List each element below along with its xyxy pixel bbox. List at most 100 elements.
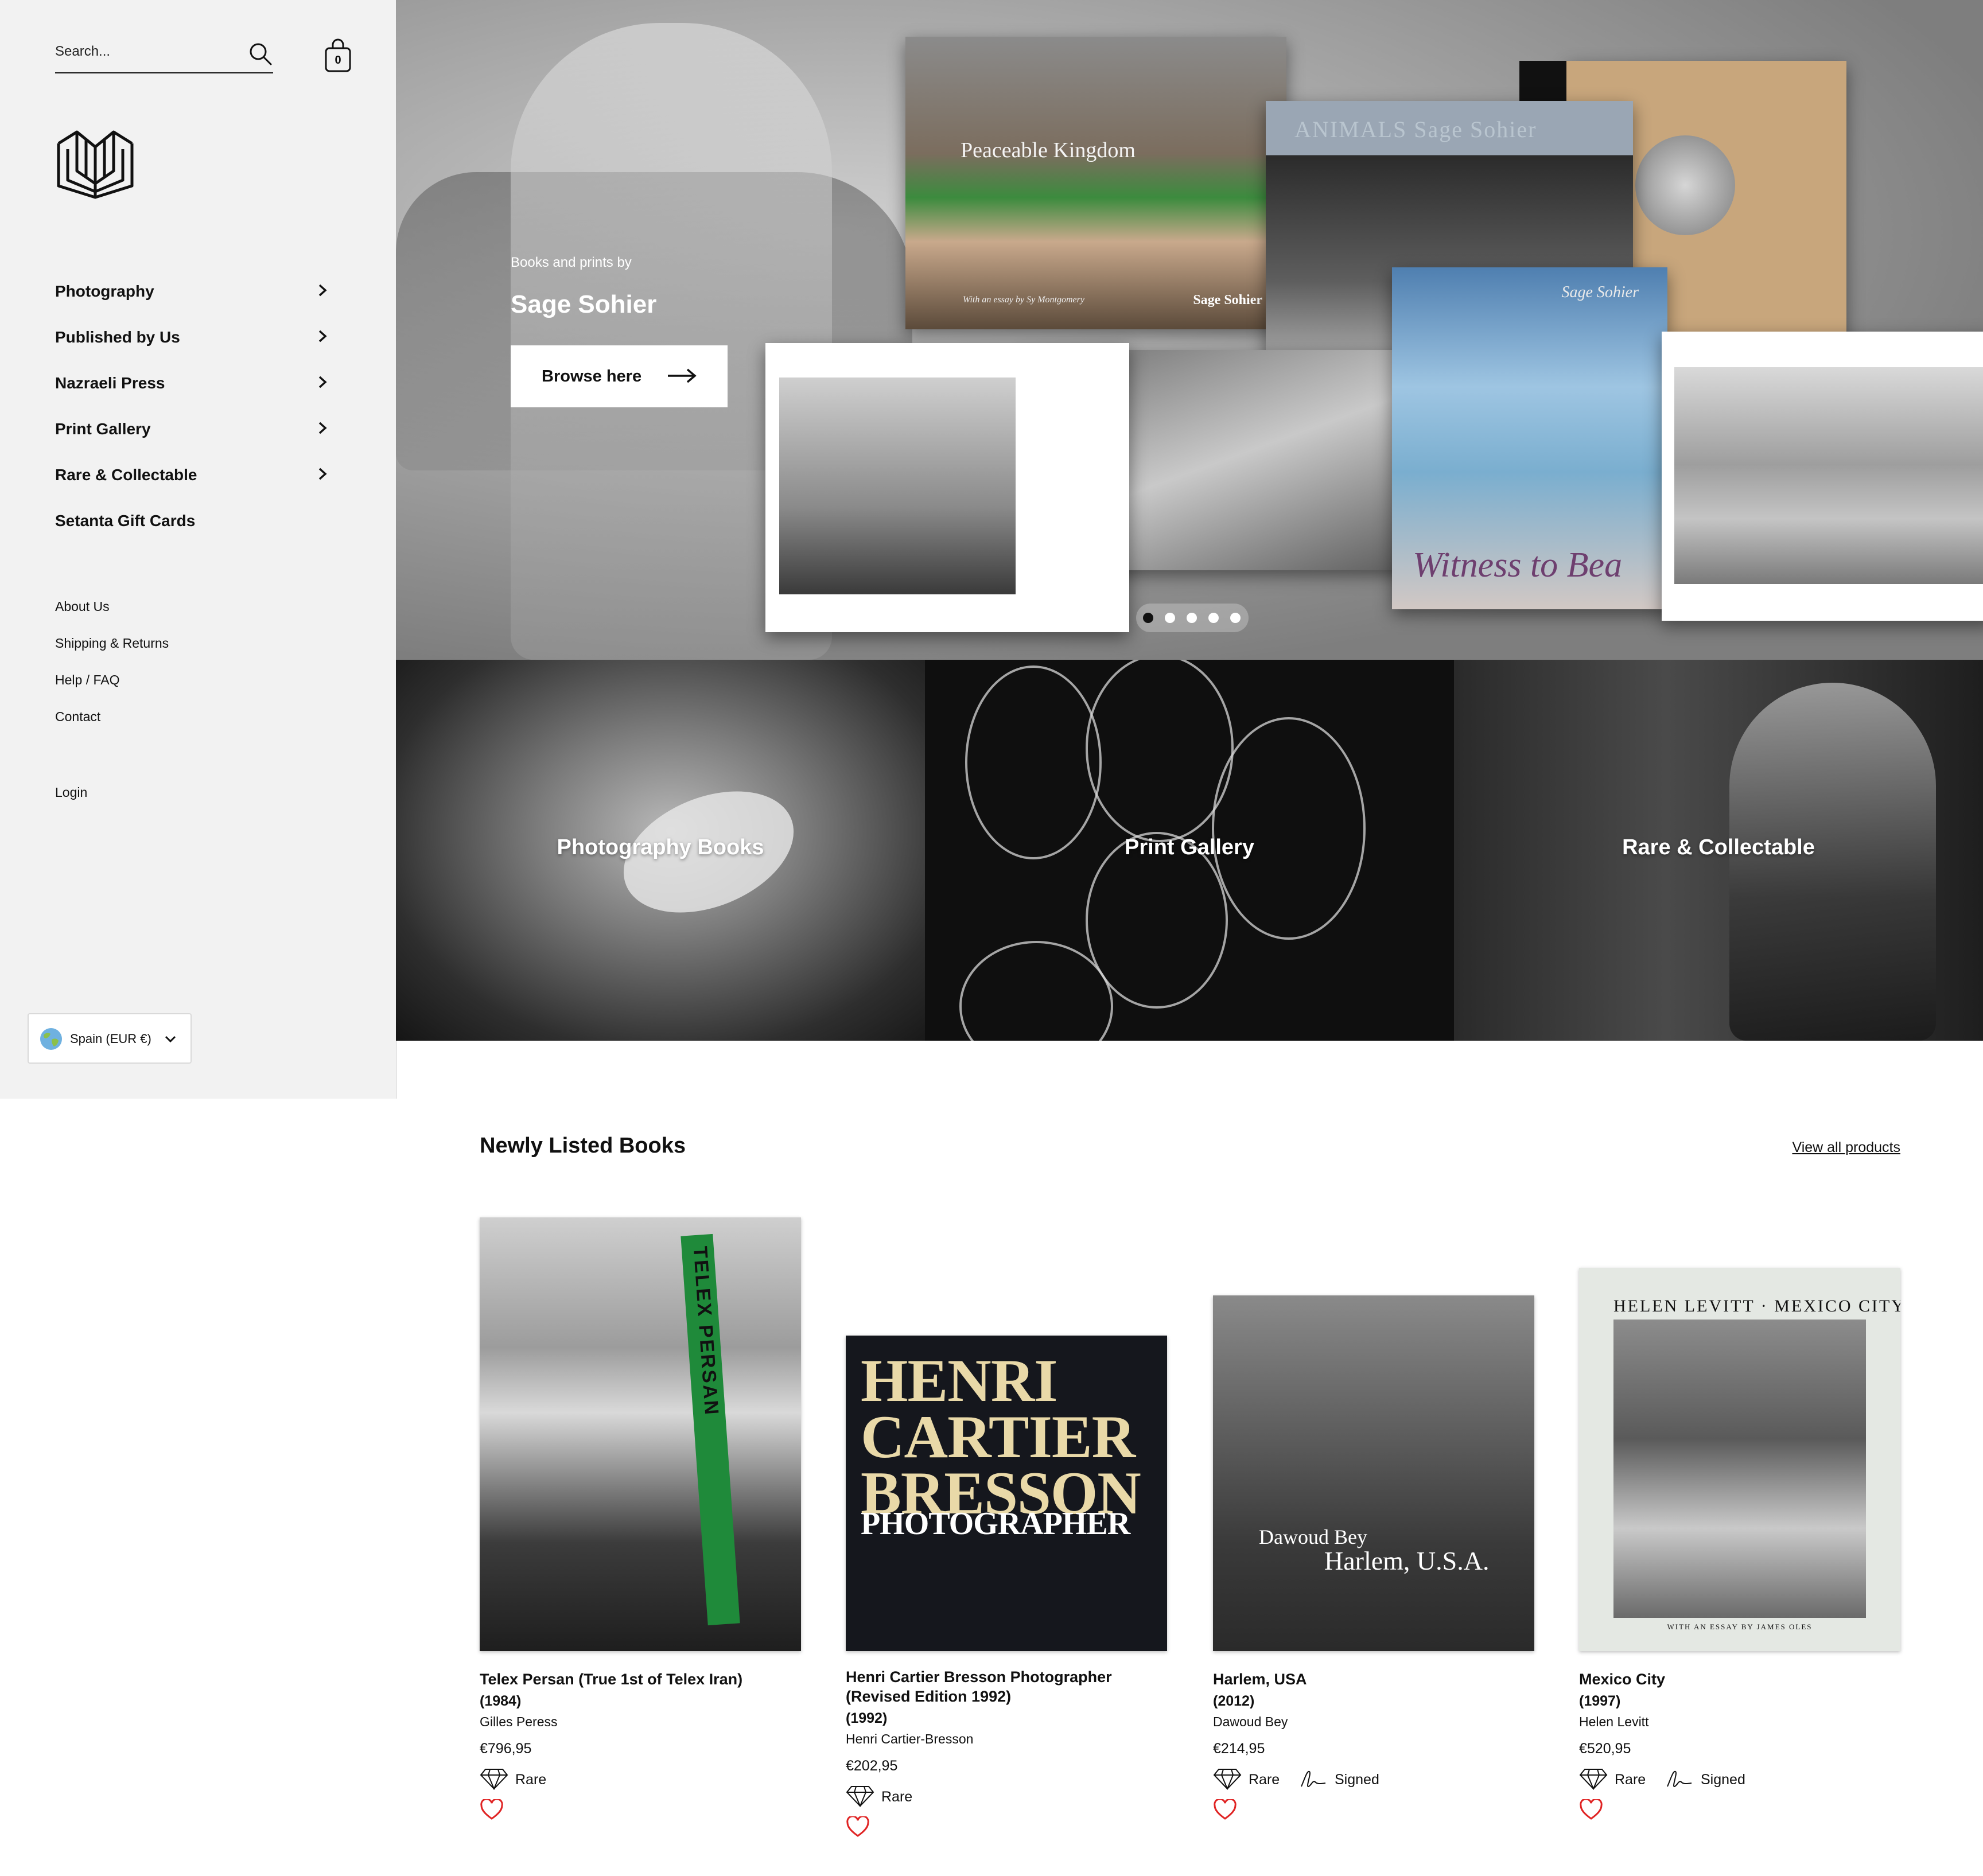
signature-icon [1667, 1770, 1692, 1788]
product-year: (2012) [1213, 1693, 1255, 1709]
diamond-icon [480, 1769, 508, 1790]
book-cover-title: Witness to Bea [1413, 546, 1623, 585]
link-about-us[interactable]: About Us [55, 599, 169, 636]
secondary-navigation: About Us Shipping & Returns Help / FAQ C… [55, 599, 169, 746]
slide-dot-1[interactable] [1143, 613, 1153, 623]
signature-icon [1301, 1770, 1326, 1788]
wishlist-heart-icon[interactable] [1579, 1799, 1603, 1821]
link-help-faq[interactable]: Help / FAQ [55, 672, 169, 709]
nav-item-print-gallery[interactable]: Print Gallery [55, 413, 336, 459]
product-badges: Rare [480, 1767, 801, 1799]
chevron-right-icon [318, 284, 327, 297]
section-title: Newly Listed Books [480, 1134, 686, 1158]
product-author: Dawoud Bey [1213, 1714, 1288, 1729]
slide-dots [1136, 604, 1249, 632]
browse-button[interactable]: Browse here [511, 345, 728, 407]
collection-rare-collectable[interactable]: Rare & Collectable [1454, 660, 1983, 1041]
nav-item-published-by-us[interactable]: Published by Us [55, 321, 336, 367]
wishlist-heart-icon[interactable] [1213, 1799, 1237, 1821]
slide-dot-4[interactable] [1208, 613, 1219, 623]
login-link[interactable]: Login [55, 785, 87, 800]
hero-print-street [1662, 332, 1983, 621]
cover-text: HELEN LEVITT · MEXICO CITY [1613, 1297, 1900, 1315]
product-badges: Rare Signed [1213, 1767, 1534, 1799]
product-title[interactable]: Mexico City [1579, 1669, 1900, 1689]
slide-dot-2[interactable] [1165, 613, 1175, 623]
slide-dot-3[interactable] [1187, 613, 1197, 623]
hero-kicker: Books and prints by [511, 255, 632, 270]
product-year: (1984) [480, 1693, 522, 1709]
collection-image [1086, 660, 1234, 842]
diamond-icon [846, 1786, 874, 1807]
open-book-logo-icon[interactable] [55, 126, 135, 201]
collection-print-gallery[interactable]: Print Gallery [925, 660, 1454, 1041]
collection-image [1212, 717, 1366, 940]
product-cover-image[interactable]: Dawoud Bey Harlem, U.S.A. [1213, 1295, 1534, 1651]
nav-item-nazraeli-press[interactable]: Nazraeli Press [55, 367, 336, 413]
product-title[interactable]: Harlem, USA [1213, 1669, 1534, 1689]
product-title[interactable]: Henri Cartier Bresson Photographer (Revi… [846, 1667, 1167, 1706]
nav-item-label: Rare & Collectable [55, 466, 197, 484]
book-cover-subtitle: With an essay by Sy Montgomery [963, 295, 1084, 305]
book-cover-peaceable-kingdom: Peaceable Kingdom With an essay by Sy Mo… [905, 37, 1286, 329]
hero-slideshow: Peaceable Kingdom With an essay by Sy Mo… [396, 0, 1983, 660]
country-currency-select[interactable]: Spain (EUR €) [28, 1013, 192, 1064]
cover-subtext: WITH AN ESSAY BY JAMES OLES [1667, 1622, 1813, 1631]
collection-image [959, 941, 1113, 1041]
nav-item-photography[interactable]: Photography [55, 275, 336, 321]
link-contact[interactable]: Contact [55, 709, 169, 746]
book-cover-black-block [1519, 61, 1566, 102]
badge-label: Rare [1615, 1772, 1646, 1788]
print-image [1674, 367, 1983, 584]
nav-item-label: Nazraeli Press [55, 374, 165, 392]
slide-dot-5[interactable] [1230, 613, 1241, 623]
chevron-right-icon [318, 330, 327, 342]
collection-photography-books[interactable]: Photography Books [396, 660, 925, 1041]
book-cover-circle-photo [1635, 135, 1735, 235]
wishlist-heart-icon[interactable] [846, 1816, 870, 1838]
collection-image [965, 665, 1102, 859]
cover-band: TELEX PERSAN [681, 1233, 740, 1626]
product-cover-image[interactable]: HENRI CARTIER BRESSON PHOTOGRAPHER [846, 1336, 1167, 1651]
collection-label: Photography Books [557, 835, 764, 859]
badge-label: Signed [1335, 1772, 1379, 1788]
book-cover-witness-to-beauty: Sage Sohier Witness to Bea [1392, 267, 1667, 609]
product-badges: Rare Signed [1579, 1767, 1900, 1799]
badge-label: Rare [515, 1772, 547, 1788]
browse-button-label: Browse here [542, 367, 642, 386]
product-author: Helen Levitt [1579, 1714, 1649, 1729]
product-author: Henri Cartier-Bresson [846, 1731, 974, 1746]
chevron-right-icon [318, 468, 327, 480]
nav-item-label: Published by Us [55, 328, 180, 346]
cart-button[interactable]: 0 [324, 38, 352, 73]
wishlist-heart-icon[interactable] [480, 1799, 504, 1821]
product-price: €202,95 [846, 1758, 898, 1774]
product-year: (1992) [846, 1710, 888, 1726]
nav-item-label: Print Gallery [55, 420, 151, 438]
cover-photo [1613, 1320, 1866, 1618]
view-all-products-link[interactable]: View all products [1792, 1139, 1900, 1156]
chevron-down-icon [165, 1036, 176, 1043]
link-shipping-returns[interactable]: Shipping & Returns [55, 636, 169, 672]
nav-item-gift-cards[interactable]: Setanta Gift Cards [55, 505, 336, 551]
badge-label: Rare [1249, 1772, 1280, 1788]
nav-item-label: Setanta Gift Cards [55, 512, 196, 530]
search-icon[interactable] [248, 41, 273, 67]
cover-subtext: PHOTOGRAPHER [861, 1506, 1130, 1542]
product-title[interactable]: Telex Persan (True 1st of Telex Iran) [480, 1669, 801, 1689]
collection-label: Print Gallery [1125, 835, 1254, 859]
product-cover-image[interactable]: HELEN LEVITT · MEXICO CITY WITH AN ESSAY… [1579, 1268, 1900, 1651]
book-cover-title: ANIMALS Sage Sohier [1294, 116, 1537, 142]
product-cover-image[interactable]: TELEX PERSAN [480, 1217, 801, 1651]
product-badges: Rare [846, 1784, 1167, 1816]
cover-text: TELEX PERSAN [689, 1246, 723, 1417]
badge-label: Rare [881, 1789, 913, 1805]
hero-print-window [765, 343, 1129, 632]
diamond-icon [1213, 1769, 1242, 1790]
arrow-right-icon [668, 368, 697, 383]
country-label: Spain (EUR €) [70, 1032, 151, 1046]
print-image [779, 377, 1016, 594]
nav-item-rare-collectable[interactable]: Rare & Collectable [55, 459, 336, 505]
nav-item-label: Photography [55, 282, 154, 300]
search-input[interactable] [55, 40, 233, 63]
